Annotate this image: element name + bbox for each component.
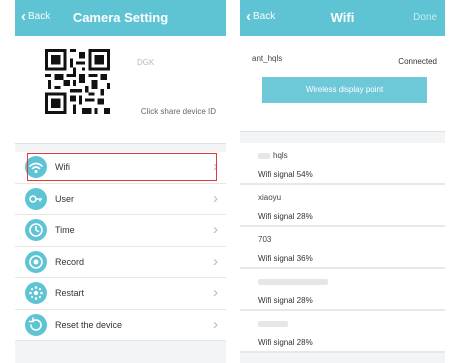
- chevron-right-icon: ›: [213, 315, 218, 333]
- menu-item-label: Wifi: [55, 162, 70, 172]
- menu-item-wifi[interactable]: Wifi ›: [15, 152, 226, 184]
- menu-item-record[interactable]: Record ›: [15, 246, 226, 278]
- qr-code-icon: [45, 49, 110, 114]
- user-key-icon: [25, 187, 47, 210]
- connected-ssid: ant_hqls: [252, 54, 283, 63]
- wifi-network-list: hqls Wifi signal 54% xiaoyu Wifi signal …: [240, 143, 445, 353]
- connection-status: Connected: [398, 57, 437, 66]
- restart-icon: [25, 282, 47, 304]
- menu-item-reset-device[interactable]: Reset the device ›: [15, 309, 226, 341]
- chevron-right-icon: ›: [213, 252, 218, 270]
- menu-item-label: User: [55, 193, 75, 204]
- device-id: DGK: [137, 58, 155, 67]
- menu-item-label: Record: [55, 256, 85, 267]
- camera-setting-screen: ‹ Back Camera Setting DGK Click share de…: [15, 0, 226, 363]
- wifi-network-item[interactable]: hqls Wifi signal 54%: [240, 143, 445, 185]
- wifi-signal: Wifi signal 36%: [258, 254, 313, 263]
- wifi-navbar: ‹ Back Wifi Done: [240, 0, 445, 36]
- connected-network-card: ant_hqls Connected Wireless display poin…: [240, 36, 445, 132]
- device-qr-card[interactable]: DGK Click share device ID: [15, 36, 226, 144]
- chevron-right-icon: ›: [213, 221, 218, 238]
- clock-icon: [25, 219, 47, 241]
- chevron-right-icon: ›: [213, 284, 218, 301]
- menu-item-user[interactable]: User ›: [15, 183, 226, 215]
- menu-item-label: Time: [55, 225, 75, 235]
- wifi-ssid: hqls: [273, 151, 288, 160]
- wifi-ssid: xiaoyu: [258, 193, 282, 202]
- menu-item-restart[interactable]: Restart ›: [15, 278, 226, 310]
- wifi-signal: Wifi signal 54%: [258, 170, 313, 179]
- wifi-signal: Wifi signal 28%: [258, 212, 313, 221]
- wifi-icon: [25, 156, 47, 178]
- wifi-network-item[interactable]: Wifi signal 28%: [240, 311, 445, 353]
- redacted-mark: [258, 278, 328, 285]
- wifi-signal: Wifi signal 28%: [258, 296, 313, 305]
- reset-icon: [25, 313, 47, 336]
- record-icon: [25, 250, 47, 273]
- menu-item-label: Restart: [55, 288, 85, 298]
- share-device-id-hint[interactable]: Click share device ID: [141, 107, 216, 116]
- menu-item-label: Reset the device: [55, 319, 123, 330]
- wifi-network-item[interactable]: Wifi signal 28%: [240, 269, 445, 311]
- wifi-network-item[interactable]: xiaoyu Wifi signal 28%: [240, 185, 445, 227]
- settings-menu: Wifi › User › Time › Record › Restart › …: [15, 152, 226, 341]
- chevron-right-icon: ›: [213, 189, 218, 207]
- page-title: Camera Setting: [72, 10, 169, 25]
- wifi-ssid: 703: [258, 235, 272, 244]
- chevron-right-icon: ›: [213, 158, 218, 175]
- done-button[interactable]: Done: [413, 12, 437, 23]
- wifi-signal: Wifi signal 28%: [258, 338, 313, 347]
- redacted-mark: [258, 152, 270, 159]
- camera-setting-navbar: ‹ Back Camera Setting: [15, 0, 226, 36]
- wifi-screen: ‹ Back Wifi Done ant_hqls Connected Wire…: [240, 0, 445, 363]
- redacted-mark: [258, 320, 288, 327]
- wifi-network-item[interactable]: 703 Wifi signal 36%: [240, 227, 445, 269]
- menu-item-time[interactable]: Time ›: [15, 215, 226, 247]
- wireless-display-point-button[interactable]: Wireless display point: [262, 77, 427, 103]
